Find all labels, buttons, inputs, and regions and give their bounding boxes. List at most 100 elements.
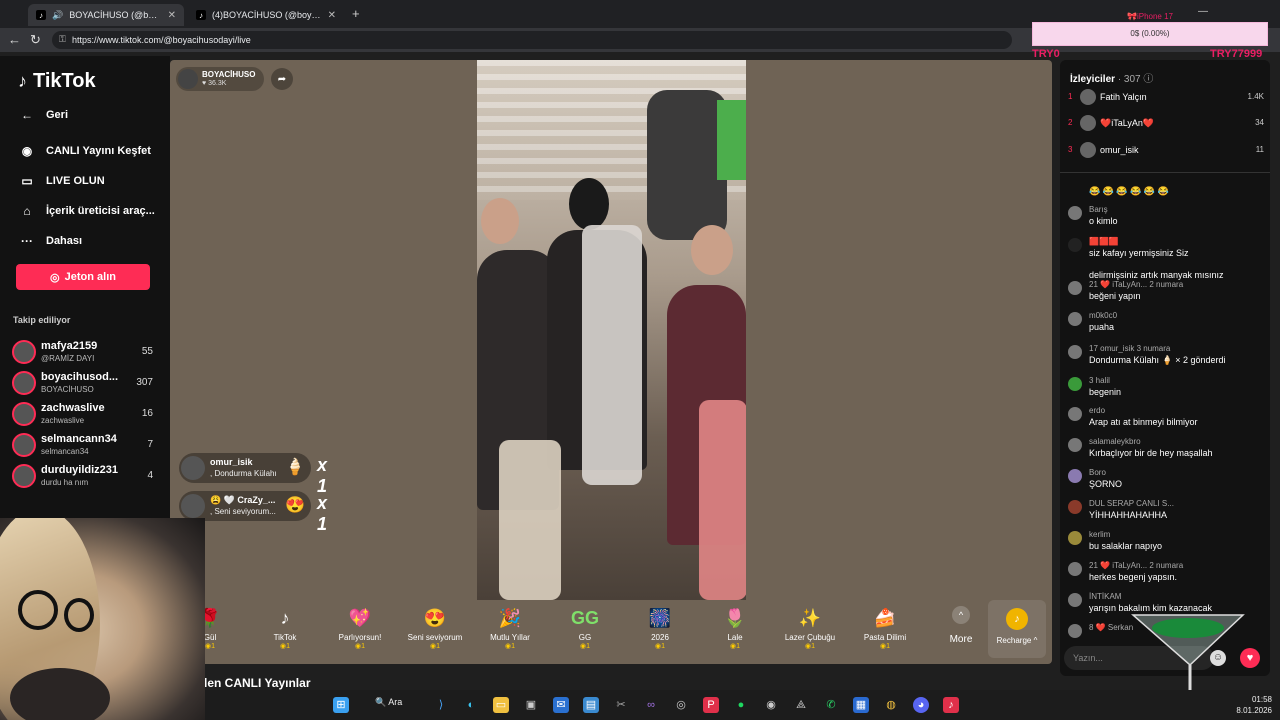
party-icon: 🎉 <box>498 608 522 628</box>
gg-icon: GG <box>570 608 599 628</box>
more-gifts-button[interactable]: ^ More <box>936 606 986 645</box>
gift-tiktok[interactable]: ♪ TikTok ◉1 <box>250 606 320 650</box>
tiktok-favicon-icon: ♪ <box>36 10 46 20</box>
nav-creator-tools[interactable]: ⌂ İçerik üreticisi araç... <box>18 204 154 218</box>
avatar <box>12 464 36 488</box>
laser-wand-icon: ✨ <box>798 608 822 628</box>
file-explorer-icon[interactable]: ▭ <box>493 697 509 713</box>
live-video[interactable] <box>477 60 746 600</box>
tiktok-favicon-icon: ♪ <box>196 10 206 20</box>
gift-notification: 😩 🤍 CraZy_... , Seni seviyorum... 😍 x 1 <box>179 491 327 534</box>
avatar <box>1068 377 1082 391</box>
close-tab-icon[interactable]: ✕ <box>328 10 336 21</box>
site-info-icon[interactable]: ⚿ <box>59 34 66 45</box>
share-icon[interactable]: ➦ <box>271 68 293 90</box>
url-field[interactable]: ⚿ https://www.tiktok.com/@boyacihusodayi… <box>52 31 1012 49</box>
top-viewer-row[interactable]: 3 omur_isik 11 <box>1068 141 1264 161</box>
calendar-icon[interactable]: ▦ <box>853 697 869 713</box>
nav-back[interactable]: ← Geri <box>18 108 68 122</box>
white-container <box>499 440 561 600</box>
edge-icon[interactable]: ◐ <box>463 697 479 713</box>
following-item[interactable]: zachwaslive zachwaslive 16 <box>12 400 157 428</box>
url-text: https://www.tiktok.com/@boyacihusodayi/l… <box>72 35 251 45</box>
avatar <box>181 456 205 480</box>
discord-icon[interactable]: ◕ <box>913 697 929 713</box>
system-clock[interactable]: 01:58 8.01.2026 <box>1236 694 1272 716</box>
taskbar-search[interactable]: 🔍 Ara <box>375 697 402 708</box>
avatar <box>1068 238 1082 252</box>
whatsapp-icon[interactable]: ✆ <box>823 697 839 713</box>
get-coins-button[interactable]: ◎ Jeton alın <box>16 264 150 290</box>
section-heading: len CANLI Yayınlar <box>204 676 311 690</box>
home-icon: ⌂ <box>23 204 31 218</box>
pinterest-icon[interactable]: P <box>703 697 719 713</box>
nav-more[interactable]: ··· Dahası <box>18 234 82 248</box>
avatar <box>1068 593 1082 607</box>
coin-icon: ◎ <box>50 271 60 284</box>
steam-icon[interactable]: ◎ <box>673 697 689 713</box>
store-icon[interactable]: ▣ <box>523 697 539 713</box>
chrome-icon[interactable]: ◍ <box>883 697 899 713</box>
top-viewer-row[interactable]: 2 ❤️iTaLyAn❤️ 34 <box>1068 114 1264 134</box>
nav-go-live[interactable]: ▭ LIVE OLUN <box>18 174 104 188</box>
gift-parliyorsun[interactable]: 💖 Parlıyorsun! ◉1 <box>325 606 395 650</box>
mail-icon[interactable]: ✉ <box>553 697 569 713</box>
ice-cream-gift-icon: 🍦 <box>285 459 305 476</box>
avatar <box>1068 281 1082 295</box>
avatar <box>1080 115 1096 131</box>
glasses-right-lens <box>64 598 94 632</box>
browser-tab-1[interactable]: ♪ 🔊 BOYACİHUSO (@boyacihuso... ✕ <box>28 4 184 26</box>
spotify-icon[interactable]: ● <box>733 697 749 713</box>
browser-tab-2[interactable]: ♪ (4)BOYACİHUSO (@boyacihuso... ✕ <box>188 4 344 26</box>
tiktok-logo[interactable]: ♪ TikTok <box>18 70 96 93</box>
tab-title: (4)BOYACİHUSO (@boyacihuso... <box>212 10 322 20</box>
webcam-overlay <box>0 518 205 720</box>
close-tab-icon[interactable]: ✕ <box>168 10 176 21</box>
masked-head <box>569 178 609 230</box>
new-tab-icon[interactable]: + <box>352 6 360 21</box>
goal-progress-bar: 0$ (0.00%) <box>1032 22 1268 46</box>
goal-left-code: TRY0 <box>1032 48 1060 60</box>
obs-icon[interactable]: ◉ <box>763 697 779 713</box>
following-item[interactable]: boyacihusod... BOYACİHUSO 307 <box>12 369 157 397</box>
back-icon[interactable]: ← <box>8 32 21 47</box>
avatar <box>1080 142 1096 158</box>
avatar <box>12 433 36 457</box>
person-head <box>481 198 519 244</box>
gift-notification: omur_isik , Dondurma Külahı 🍦 x 1 <box>179 453 327 496</box>
cake-icon: 🍰 <box>873 608 897 628</box>
tiktok-gift-icon: ♪ <box>280 608 290 628</box>
following-item[interactable]: selmancann34 selmancan34 7 <box>12 431 157 459</box>
top-viewer-row[interactable]: 1 Fatih Yalçın 1.4K <box>1068 88 1264 108</box>
following-item[interactable]: mafya2159 @RAMİZ DAYI 55 <box>12 338 157 366</box>
recharge-button[interactable]: ♪ Recharge ^ <box>988 600 1046 658</box>
nav-explore-live[interactable]: ◉ CANLI Yayını Keşfet <box>18 144 151 158</box>
gift-mutlu-yillar[interactable]: 🎉 Mutlu Yıllar ◉1 <box>475 606 545 650</box>
gift-lazer-cubugu[interactable]: ✨ Lazer Çubuğu ◉1 <box>775 606 845 650</box>
vscode-icon[interactable]: ⟩ <box>433 697 449 713</box>
avatar <box>1080 89 1096 105</box>
visual-studio-icon[interactable]: ∞ <box>643 697 659 713</box>
back-arrow-icon: ← <box>21 108 33 122</box>
following-item[interactable]: durduyildiz231 durdu ha nım 4 <box>12 462 157 490</box>
tiktok-app-icon[interactable]: ♪ <box>943 697 959 713</box>
photos-icon[interactable]: ▤ <box>583 697 599 713</box>
gift-2026[interactable]: 🎆 2026 ◉1 <box>625 606 695 650</box>
windows-taskbar: ⊞ 🔍 Ara ⟩ ◐ ▭ ▣ ✉ ▤ ✂ ∞ ◎ P ● ◉ ⟁ ✆ ▦ ◍ … <box>205 690 1280 720</box>
speaker-icon: 🔊 <box>52 9 64 20</box>
more-dots-icon: ··· <box>21 234 33 248</box>
goal-title: 🎀iPhone 17 <box>1127 12 1173 21</box>
app-icon[interactable]: ⟁ <box>793 697 809 713</box>
green-bag <box>717 100 746 180</box>
avatar <box>1068 407 1082 421</box>
gift-seni-seviyorum[interactable]: 😍 Seni seviyorum ◉1 <box>400 606 470 650</box>
gift-gg[interactable]: GG GG ◉1 <box>550 606 620 650</box>
heart-eyes-icon: 😍 <box>423 608 447 628</box>
gift-lale[interactable]: 🌷 Lale ◉1 <box>700 606 770 650</box>
host-badge[interactable]: BOYACİHUSO ♥ 36.3K <box>176 67 264 91</box>
gift-pasta-dilimi[interactable]: 🍰 Pasta Dilimi ◉1 <box>850 606 920 650</box>
snipping-icon[interactable]: ✂ <box>613 697 629 713</box>
start-icon[interactable]: ⊞ <box>333 697 349 713</box>
live-explore-icon: ◉ <box>21 144 33 158</box>
reload-icon[interactable]: ↻ <box>30 32 41 48</box>
